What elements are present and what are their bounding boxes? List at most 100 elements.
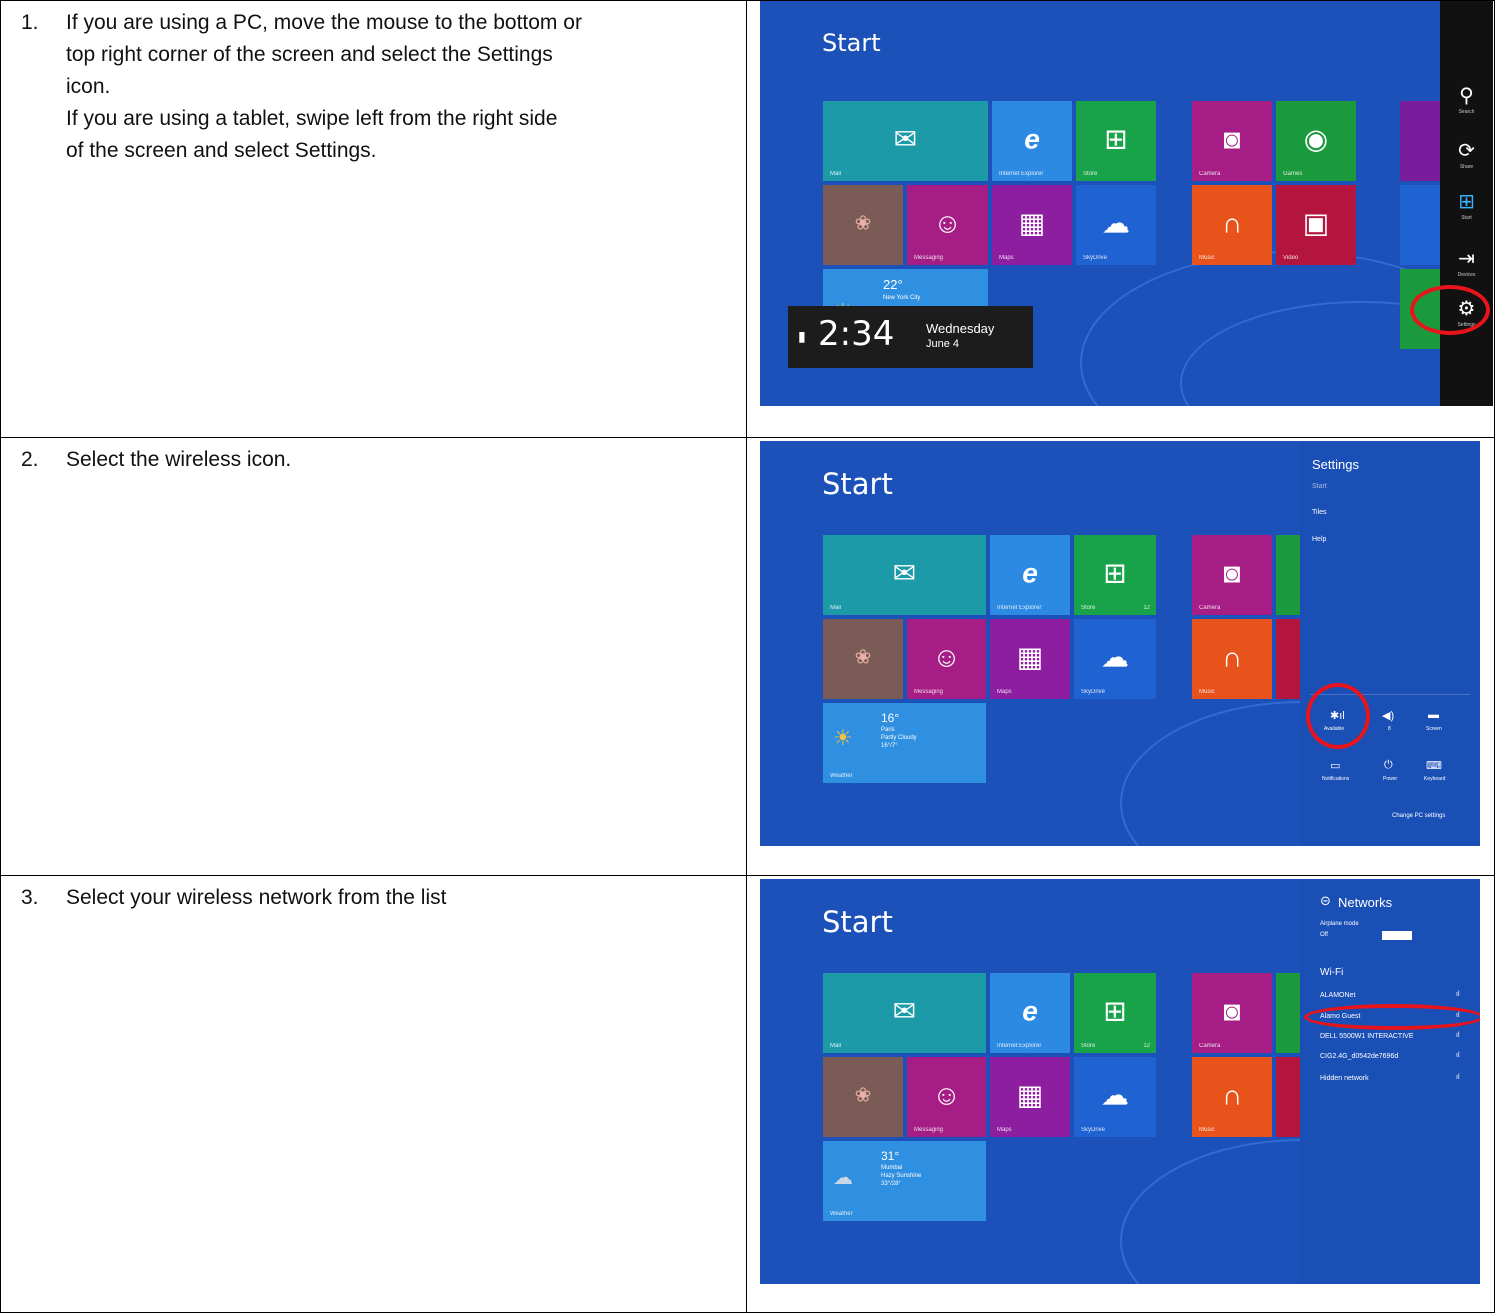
- store-tile[interactable]: ⊞ Store 12: [1074, 535, 1156, 615]
- airplane-label: Airplane mode: [1320, 921, 1359, 927]
- games-tile[interactable]: [1276, 973, 1300, 1053]
- volume-icon[interactable]: ◀): [1382, 709, 1394, 722]
- internet-explorer-icon: e: [1022, 557, 1038, 589]
- photo-icon: ❀: [854, 1084, 872, 1107]
- messaging-icon: ☺: [933, 207, 962, 239]
- video-tile[interactable]: [1276, 619, 1300, 699]
- video-tile[interactable]: ▣ Video: [1276, 185, 1356, 265]
- tile-caption: Music: [1199, 689, 1215, 695]
- messaging-tile[interactable]: ☺ Messaging: [907, 619, 986, 699]
- settings-screenshot: Start ✉ Mail e Internet Explorer ⊞ Store 12 …: [760, 441, 1480, 846]
- tile-caption: Music: [1199, 1127, 1215, 1133]
- maps-icon: ▦: [1016, 641, 1044, 673]
- start-title: Start: [822, 29, 881, 57]
- ie-tile[interactable]: e Internet Explorer: [990, 535, 1070, 615]
- video-tile[interactable]: [1276, 1057, 1300, 1137]
- mail-icon: ✉: [892, 557, 917, 589]
- maps-tile[interactable]: ▦ Maps: [990, 1057, 1070, 1137]
- camera-icon: ◙: [1223, 123, 1241, 155]
- notifications-icon[interactable]: ▭: [1330, 759, 1340, 772]
- change-pc-settings-link[interactable]: Change PC settings: [1392, 813, 1445, 819]
- screen-icon[interactable]: ▬: [1428, 709, 1439, 721]
- quick-label: Power: [1383, 776, 1398, 782]
- clock-date: June 4: [926, 338, 960, 350]
- ie-tile[interactable]: e Internet Explorer: [992, 101, 1072, 181]
- camera-tile[interactable]: ◙ Camera: [1192, 101, 1272, 181]
- step-1-cell: 1. If you are using a PC, move the mouse …: [0, 0, 747, 438]
- instruction-table: 1. If you are using a PC, move the mouse …: [0, 0, 1495, 1313]
- settings-item[interactable]: Help: [1312, 536, 1326, 543]
- partial-tile[interactable]: [1400, 185, 1440, 265]
- mail-tile[interactable]: ✉ Mail: [823, 535, 986, 615]
- wifi-label: Wi-Fi: [1320, 967, 1344, 978]
- tile-caption: Internet Explorer: [997, 1043, 1042, 1049]
- charm-label: Share: [1459, 164, 1474, 170]
- back-arrow-icon[interactable]: ⊝: [1320, 893, 1331, 909]
- windows-icon: ⊞: [1458, 191, 1475, 213]
- start-charm[interactable]: ⊞ Start: [1440, 189, 1493, 221]
- skydrive-tile[interactable]: ☁ SkyDrive: [1074, 1057, 1156, 1137]
- step-line: Select the wireless icon.: [66, 448, 292, 471]
- step-3-screenshot-cell: Start ✉ Mail e Internet Explorer ⊞ Store 12 …: [746, 875, 1495, 1313]
- tile-caption: Messaging: [914, 689, 944, 695]
- weather-temp: 16°: [881, 711, 900, 725]
- skydrive-tile[interactable]: ☁ SkyDrive: [1074, 619, 1156, 699]
- network-item[interactable]: DELL 5500W1 INTERACTIVE: [1320, 1033, 1414, 1040]
- devices-charm[interactable]: ⇥ Devices: [1440, 246, 1493, 278]
- music-tile[interactable]: ∩ Music: [1192, 185, 1272, 265]
- photos-tile[interactable]: ❀: [823, 619, 903, 699]
- power-icon[interactable]: ⏻: [1384, 759, 1393, 772]
- photo-icon: ❀: [854, 646, 872, 669]
- search-icon: ⚲: [1459, 85, 1474, 107]
- messaging-tile[interactable]: ☺ Messaging: [907, 1057, 986, 1137]
- network-item[interactable]: Hidden network: [1320, 1075, 1369, 1082]
- mail-tile[interactable]: ✉ Mail: [823, 101, 988, 181]
- devices-icon: ⇥: [1458, 248, 1475, 270]
- maps-tile[interactable]: ▦ Maps: [992, 185, 1072, 265]
- tile-caption: Games: [1283, 171, 1303, 177]
- ie-tile[interactable]: e Internet Explorer: [990, 973, 1070, 1053]
- tile-caption: Messaging: [914, 1127, 944, 1133]
- settings-item[interactable]: Start: [1312, 483, 1327, 490]
- internet-explorer-icon: e: [1022, 995, 1038, 1027]
- weather-range: 16°/7°: [881, 743, 898, 749]
- sun-icon: ☀: [833, 725, 853, 750]
- start-title: Start: [822, 467, 893, 501]
- store-tile[interactable]: ⊞ Store: [1076, 101, 1156, 181]
- tile-caption: Weather: [830, 1211, 853, 1217]
- network-item[interactable]: ALAMONet: [1320, 992, 1355, 999]
- games-tile[interactable]: ◉ Games: [1276, 101, 1356, 181]
- weather-tile[interactable]: ☀ 16° Paris Partly Cloudy 16°/7° Weather: [823, 703, 986, 783]
- maps-icon: ▦: [1018, 207, 1046, 239]
- weather-tile[interactable]: ☁ 31° Mumbai Hazy Sunshine 33°/28° Weath…: [823, 1141, 986, 1221]
- charm-label: Search: [1458, 109, 1475, 115]
- maps-tile[interactable]: ▦ Maps: [990, 619, 1070, 699]
- camera-tile[interactable]: ◙ Camera: [1192, 973, 1272, 1053]
- quick-label: 8: [1388, 726, 1391, 732]
- keyboard-icon[interactable]: ⌨: [1426, 759, 1442, 772]
- music-tile[interactable]: ∩ Music: [1192, 619, 1272, 699]
- tile-caption: Mail: [830, 605, 842, 611]
- photos-tile[interactable]: ❀: [823, 1057, 903, 1137]
- skydrive-tile[interactable]: ☁ SkyDrive: [1076, 185, 1156, 265]
- mail-tile[interactable]: ✉ Mail: [823, 973, 986, 1053]
- partial-tile[interactable]: [1400, 101, 1440, 181]
- signal-icon: ıl: [1456, 991, 1460, 998]
- music-tile[interactable]: ∩ Music: [1192, 1057, 1272, 1137]
- search-charm[interactable]: ⚲ Search: [1440, 83, 1493, 115]
- network-item[interactable]: CIG2.4G_d0542de7696d: [1320, 1053, 1398, 1060]
- weather-temp: 22°: [883, 277, 903, 292]
- airplane-toggle[interactable]: [1382, 931, 1412, 940]
- share-charm[interactable]: ⟳ Share: [1440, 138, 1493, 170]
- tile-caption: Mail: [830, 1043, 842, 1049]
- store-tile[interactable]: ⊞ Store 12: [1074, 973, 1156, 1053]
- games-tile[interactable]: [1276, 535, 1300, 615]
- photos-tile[interactable]: ❀: [823, 185, 903, 265]
- weather-city: Paris: [881, 727, 895, 733]
- messaging-tile[interactable]: ☺ Messaging: [907, 185, 988, 265]
- camera-tile[interactable]: ◙ Camera: [1192, 535, 1272, 615]
- settings-item[interactable]: Tiles: [1312, 509, 1327, 516]
- store-icon: ⊞: [1103, 995, 1127, 1027]
- start-screen-screenshot: Start ✉ Mail e Internet Explorer ⊞ Store ◙ C…: [760, 1, 1493, 406]
- step-3-cell: 3. Select your wireless network from the …: [0, 875, 747, 1313]
